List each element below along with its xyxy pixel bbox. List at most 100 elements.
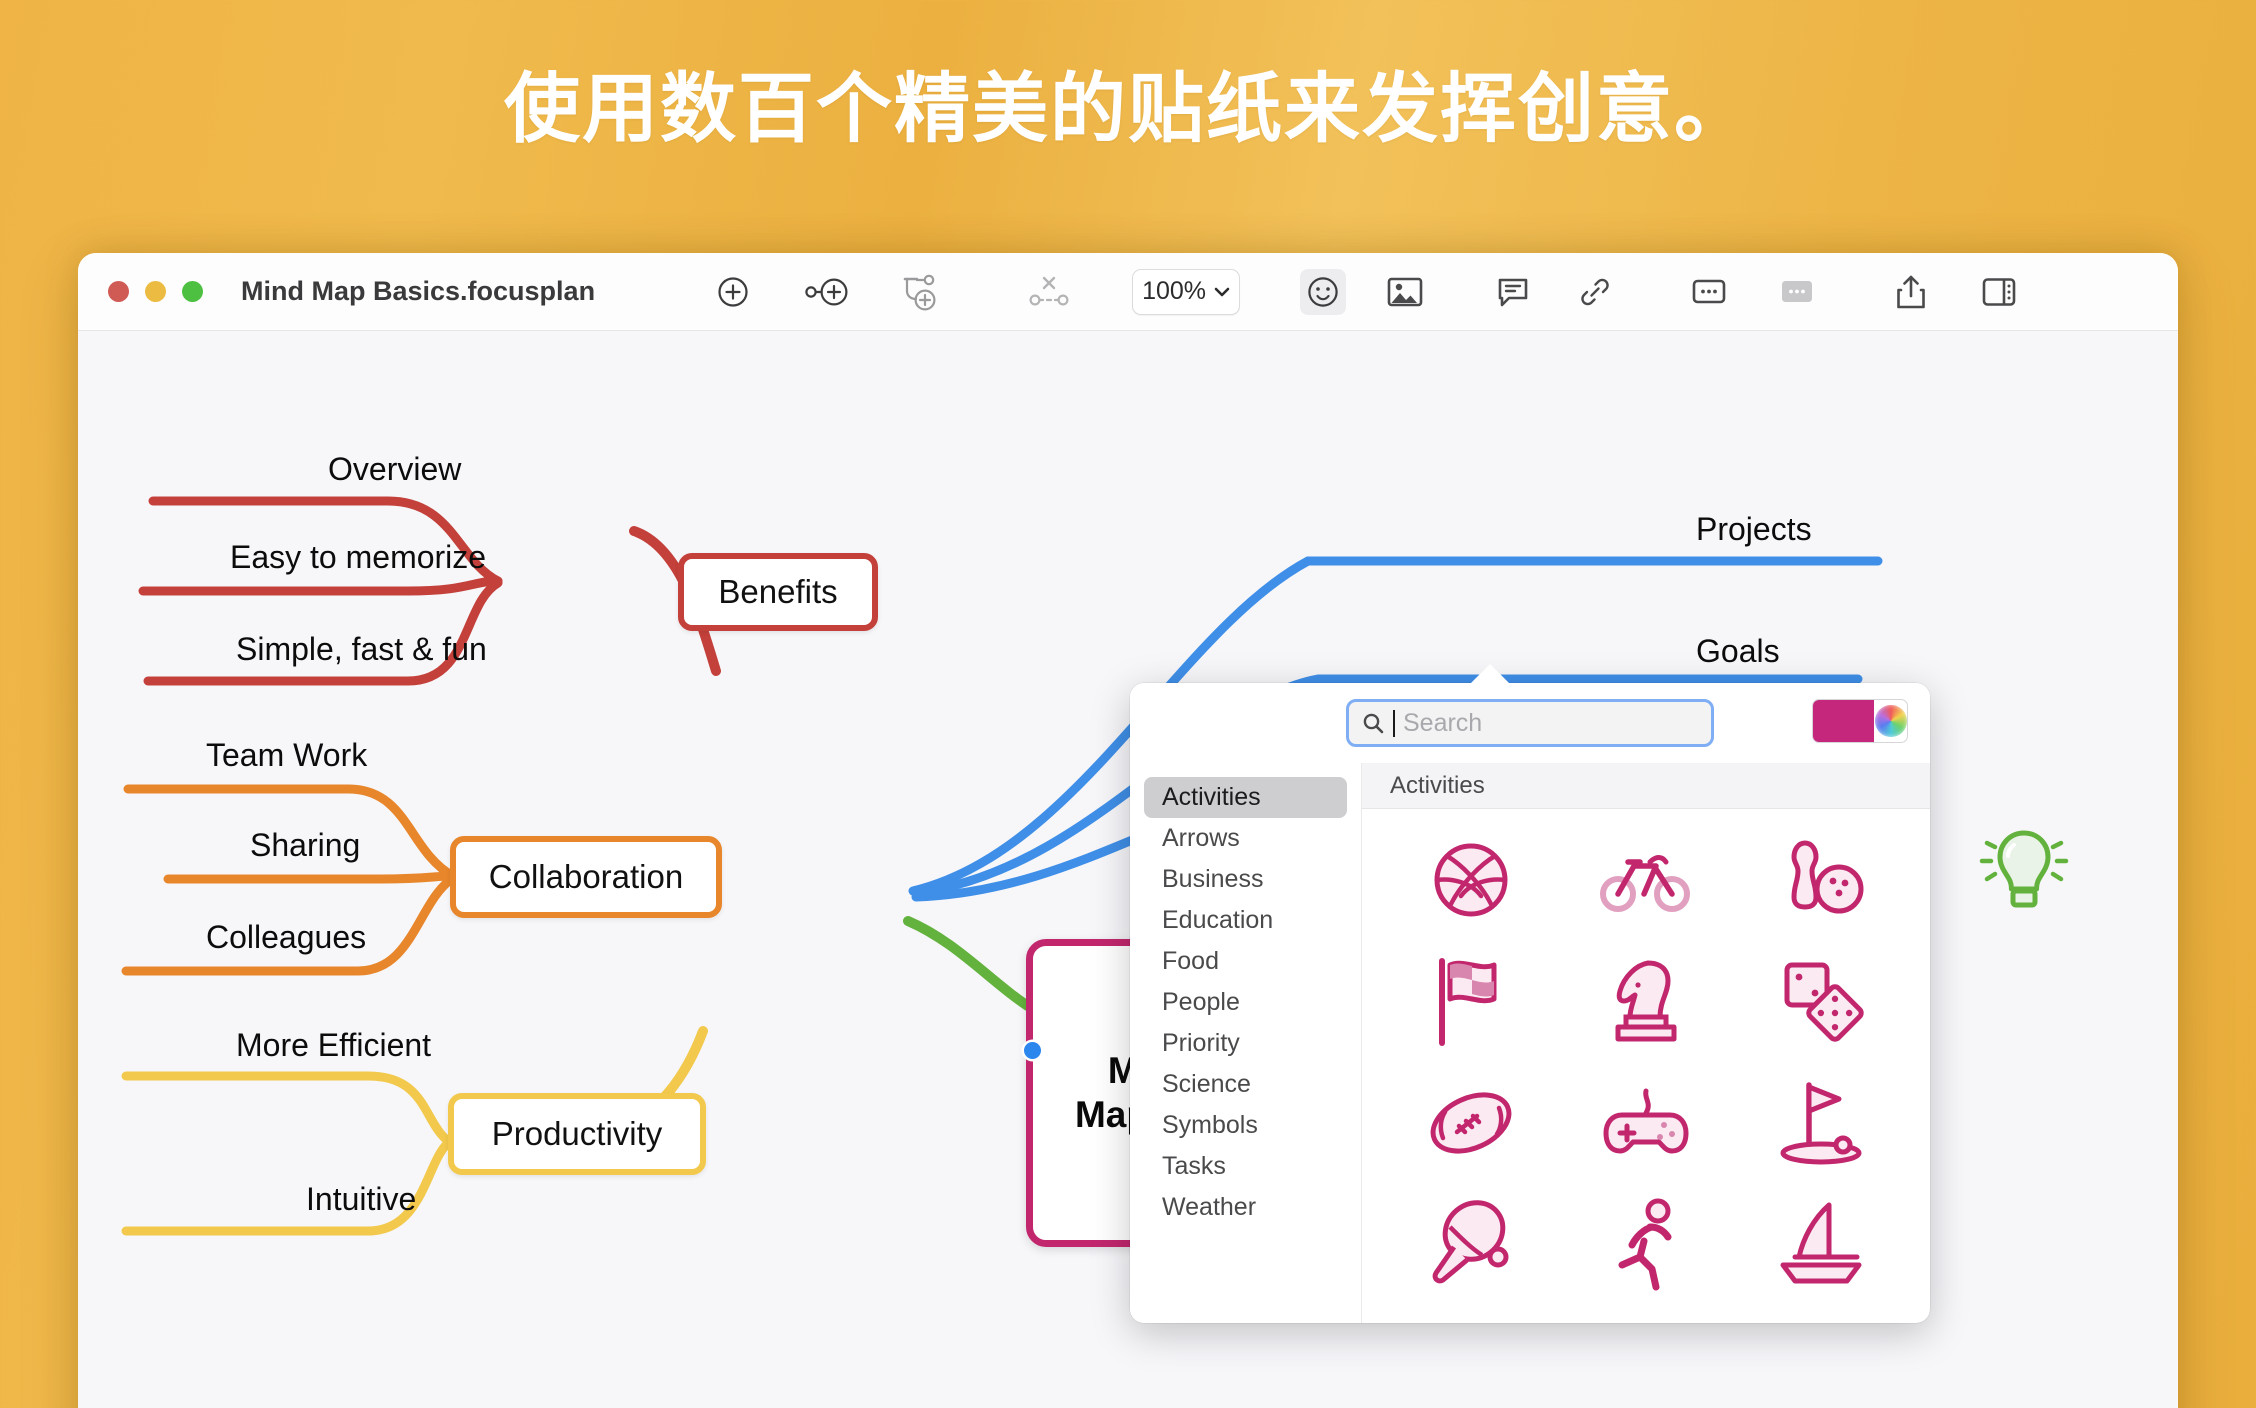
category-item-tasks[interactable]: Tasks (1144, 1146, 1347, 1187)
category-item-people[interactable]: People (1144, 982, 1347, 1023)
share-button[interactable] (1888, 269, 1934, 315)
minimize-button[interactable] (145, 281, 166, 302)
leaf-easy-to-memorize[interactable]: Easy to memorize (230, 539, 486, 576)
gamepad-icon (1603, 1088, 1689, 1154)
chess-knight-icon (1615, 960, 1677, 1042)
lightbulb-sticker[interactable] (1976, 821, 2072, 930)
sticker-grid[interactable] (1362, 809, 1930, 1323)
sticker-football[interactable] (1423, 1086, 1519, 1160)
grid-title: Activities (1362, 763, 1930, 809)
search-input[interactable]: Search (1346, 699, 1714, 747)
sticker-golf-flag[interactable] (1775, 1077, 1867, 1169)
add-child-topic-button[interactable] (898, 269, 944, 315)
color-picker[interactable] (1812, 699, 1908, 743)
note-button[interactable] (1686, 269, 1732, 315)
sticker-gamepad[interactable] (1598, 1079, 1694, 1167)
leaf-intuitive[interactable]: Intuitive (306, 1181, 416, 1218)
zoom-button[interactable] (182, 281, 203, 302)
link-button[interactable] (1572, 269, 1618, 315)
text-caret (1393, 709, 1395, 737)
sticker-checkered-flag[interactable] (1428, 955, 1514, 1047)
football-icon (1430, 1092, 1512, 1154)
sticker-sailboat[interactable] (1773, 1199, 1869, 1289)
toolbar-group-annotate (1490, 269, 1618, 315)
leaf-team-work[interactable]: Team Work (206, 737, 367, 774)
note-icon (1692, 279, 1726, 303)
leaf-projects[interactable]: Projects (1696, 511, 1812, 548)
bicycle-icon (1599, 854, 1690, 912)
sticker-basketball[interactable] (1427, 836, 1515, 924)
checkered-flag-icon (1439, 958, 1497, 1047)
toolbar-group-extras (1686, 269, 1820, 315)
sticker-dice[interactable] (1775, 955, 1867, 1047)
sticker-ping-pong[interactable] (1426, 1197, 1516, 1291)
node-collaboration[interactable]: Collaboration (450, 836, 722, 918)
share-icon (1897, 275, 1925, 308)
zoom-level-value: 100% (1142, 277, 1207, 305)
search-placeholder: Search (1403, 708, 1483, 737)
add-subtopic-button[interactable] (804, 269, 850, 315)
sticker-chess-knight[interactable] (1604, 955, 1688, 1047)
leaf-overview[interactable]: Overview (328, 451, 461, 488)
image-button[interactable] (1382, 269, 1428, 315)
category-item-food[interactable]: Food (1144, 941, 1347, 982)
category-item-priority[interactable]: Priority (1144, 1023, 1347, 1064)
ping-pong-icon (1432, 1200, 1509, 1284)
sailboat-icon (1780, 1202, 1862, 1284)
leaf-sharing[interactable]: Sharing (250, 827, 360, 864)
leaf-colleagues[interactable]: Colleagues (206, 919, 366, 956)
sticker-popover: Search Activities Arrows Business Educat… (1130, 683, 1930, 1323)
category-item-activities[interactable]: Activities (1144, 777, 1347, 818)
more-icon (1782, 280, 1813, 302)
sidebar-icon (1982, 277, 2016, 306)
close-button[interactable] (108, 281, 129, 302)
sticker-runner[interactable] (1604, 1197, 1688, 1291)
leaf-simple-fast-fun[interactable]: Simple, fast & fun (236, 631, 487, 668)
sticker-bicycle[interactable] (1598, 840, 1694, 920)
image-icon (1387, 277, 1423, 306)
category-item-education[interactable]: Education (1144, 900, 1347, 941)
color-swatch[interactable] (1813, 700, 1875, 742)
inspector-button[interactable] (1976, 269, 2022, 315)
relation-icon (1029, 276, 1069, 306)
golf-flag-icon (1780, 1082, 1862, 1165)
color-wheel-icon[interactable] (1875, 705, 1907, 737)
comment-button[interactable] (1490, 269, 1536, 315)
category-item-science[interactable]: Science (1144, 1064, 1347, 1105)
selection-handle-left[interactable] (1024, 1042, 1041, 1059)
app-window: Mind Map Basics.focusplan 100% Overview … (78, 253, 2178, 1408)
dice-icon (1784, 962, 1864, 1042)
more-button[interactable] (1774, 269, 1820, 315)
category-item-business[interactable]: Business (1144, 859, 1347, 900)
branch-plus-icon (903, 274, 936, 310)
toolbar-group-media (1300, 268, 1428, 315)
basketball-icon (1434, 843, 1508, 917)
category-item-arrows[interactable]: Arrows (1144, 818, 1347, 859)
title-bar: Mind Map Basics.focusplan 100% (78, 253, 2178, 331)
toolbar-group-zoom: 100% (1132, 268, 1241, 315)
sticker-button[interactable] (1300, 268, 1347, 315)
category-item-symbols[interactable]: Symbols (1144, 1105, 1347, 1146)
node-plus-icon (805, 278, 848, 305)
smiley-icon (1308, 276, 1338, 307)
mindmap-canvas[interactable]: Overview Easy to memorize Simple, fast &… (78, 331, 2178, 1408)
plus-circle-icon (718, 276, 748, 307)
page-headline: 使用数百个精美的贴纸来发挥创意。 (504, 67, 1752, 152)
popover-body: Activities Arrows Business Education Foo… (1130, 763, 1930, 1323)
category-item-weather[interactable]: Weather (1144, 1187, 1347, 1228)
add-relation-button[interactable] (1026, 269, 1072, 315)
sticker-bowling[interactable] (1775, 835, 1867, 925)
leaf-more-efficient[interactable]: More Efficient (236, 1027, 431, 1064)
category-list[interactable]: Activities Arrows Business Education Foo… (1130, 763, 1362, 1323)
add-topic-button[interactable] (710, 269, 756, 315)
link-icon (1581, 278, 1609, 305)
node-benefits[interactable]: Benefits (678, 553, 878, 631)
search-icon (1363, 713, 1384, 734)
comment-icon (1498, 278, 1528, 306)
node-productivity[interactable]: Productivity (448, 1093, 706, 1175)
zoom-level-select[interactable]: 100% (1132, 268, 1241, 315)
chevron-down-icon (1214, 287, 1230, 296)
leaf-goals[interactable]: Goals (1696, 633, 1780, 670)
toolbar-group-add (710, 269, 944, 315)
sticker-grid-panel: Activities (1362, 763, 1930, 1323)
